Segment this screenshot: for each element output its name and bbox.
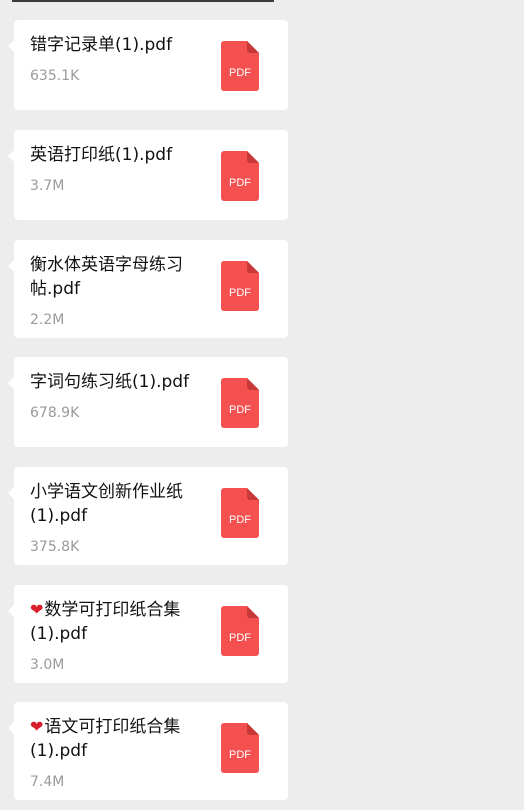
svg-text:PDF: PDF bbox=[229, 749, 251, 761]
file-size: 7.4M bbox=[30, 774, 65, 790]
file-name: ❤数学可打印纸合集(1).pdf bbox=[30, 600, 181, 644]
file-name: 小学语文创新作业纸(1).pdf bbox=[30, 482, 183, 526]
svg-text:PDF: PDF bbox=[229, 632, 251, 644]
file-size: 635.1K bbox=[30, 68, 80, 84]
file-message-card[interactable]: 英语打印纸(1).pdf 3.7M PDF bbox=[8, 130, 288, 220]
file-size: 678.9K bbox=[30, 405, 80, 421]
file-size: 2.2M bbox=[30, 312, 65, 328]
file-message-card[interactable]: 错字记录单(1).pdf 635.1K PDF bbox=[8, 20, 288, 110]
file-size: 3.7M bbox=[30, 178, 65, 194]
file-name: 衡水体英语字母练习帖.pdf bbox=[30, 255, 183, 299]
pdf-file-icon: PDF bbox=[221, 606, 259, 656]
file-size: 375.8K bbox=[30, 539, 80, 555]
svg-text:PDF: PDF bbox=[229, 404, 251, 416]
file-name: 错字记录单(1).pdf bbox=[30, 35, 173, 55]
pdf-file-icon: PDF bbox=[221, 488, 259, 538]
file-message-card[interactable]: ❤语文可打印纸合集(1).pdf 7.4M PDF bbox=[8, 702, 288, 800]
divider-line bbox=[12, 0, 274, 2]
svg-text:PDF: PDF bbox=[229, 287, 251, 299]
pdf-file-icon: PDF bbox=[221, 41, 259, 91]
pdf-file-icon: PDF bbox=[221, 378, 259, 428]
file-message-card[interactable]: 字词句练习纸(1).pdf 678.9K PDF bbox=[8, 357, 288, 447]
file-message-card[interactable]: ❤数学可打印纸合集(1).pdf 3.0M PDF bbox=[8, 585, 288, 683]
heart-icon: ❤ bbox=[30, 717, 44, 736]
pdf-file-icon: PDF bbox=[221, 261, 259, 311]
file-name: 英语打印纸(1).pdf bbox=[30, 145, 173, 165]
pdf-file-icon: PDF bbox=[221, 723, 259, 773]
file-message-card[interactable]: 小学语文创新作业纸(1).pdf 375.8K PDF bbox=[8, 467, 288, 565]
file-size: 3.0M bbox=[30, 657, 65, 673]
pdf-file-icon: PDF bbox=[221, 151, 259, 201]
svg-text:PDF: PDF bbox=[229, 67, 251, 79]
svg-text:PDF: PDF bbox=[229, 514, 251, 526]
file-name: 字词句练习纸(1).pdf bbox=[30, 372, 190, 392]
svg-text:PDF: PDF bbox=[229, 177, 251, 189]
file-name: ❤语文可打印纸合集(1).pdf bbox=[30, 717, 181, 761]
heart-icon: ❤ bbox=[30, 600, 44, 619]
file-message-card[interactable]: 衡水体英语字母练习帖.pdf 2.2M PDF bbox=[8, 240, 288, 338]
